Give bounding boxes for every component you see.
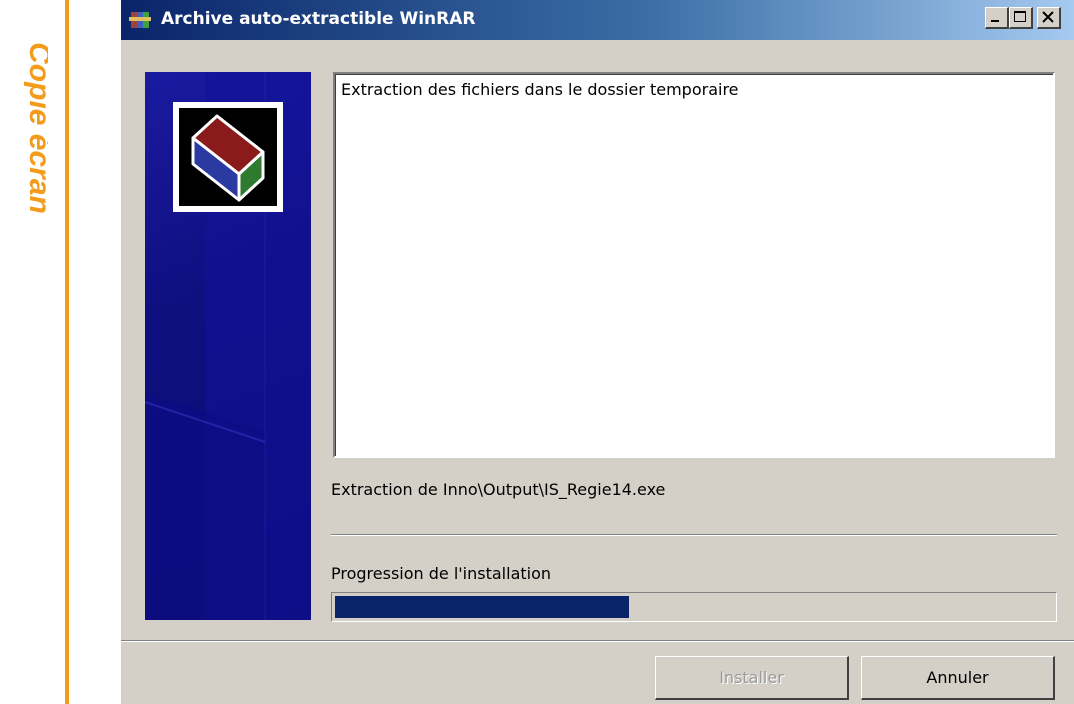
wizard-banner xyxy=(145,72,311,620)
maximize-button[interactable] xyxy=(1009,7,1033,29)
winrar-sfx-window: Archive auto-extractible WinRAR Extracti… xyxy=(120,0,1074,704)
progress-bar-fill xyxy=(335,596,630,618)
side-caption: Copie écran xyxy=(12,8,48,248)
extraction-log[interactable]: Extraction des fichiers dans le dossier … xyxy=(333,72,1055,458)
title-bar[interactable]: Archive auto-extractible WinRAR xyxy=(121,0,1074,40)
progress-label: Progression de l'installation xyxy=(331,564,552,583)
screenshot-root: Copie écran Archive auto-extractible Win… xyxy=(0,0,1074,704)
close-button[interactable] xyxy=(1037,7,1061,29)
orange-divider xyxy=(65,0,69,704)
minimize-icon xyxy=(991,20,999,22)
section-divider xyxy=(331,534,1057,536)
maximize-icon xyxy=(1014,11,1026,22)
progress-bar xyxy=(331,592,1057,622)
close-icon xyxy=(1042,11,1054,23)
minimize-button[interactable] xyxy=(985,7,1009,29)
winrar-archive-icon xyxy=(129,9,151,31)
footer-divider xyxy=(121,640,1074,642)
window-title: Archive auto-extractible WinRAR xyxy=(161,9,476,29)
log-line: Extraction des fichiers dans le dossier … xyxy=(341,80,739,99)
cancel-button[interactable]: Annuler xyxy=(861,656,1055,700)
winrar-book-logo-icon xyxy=(191,114,265,202)
install-button[interactable]: Installer xyxy=(655,656,849,700)
banner-logo-frame xyxy=(173,102,283,212)
side-caption-text: Copie écran xyxy=(23,42,48,214)
current-file-status: Extraction de Inno\Output\IS_Regie14.exe xyxy=(331,480,666,499)
banner-logo-background xyxy=(179,108,277,206)
